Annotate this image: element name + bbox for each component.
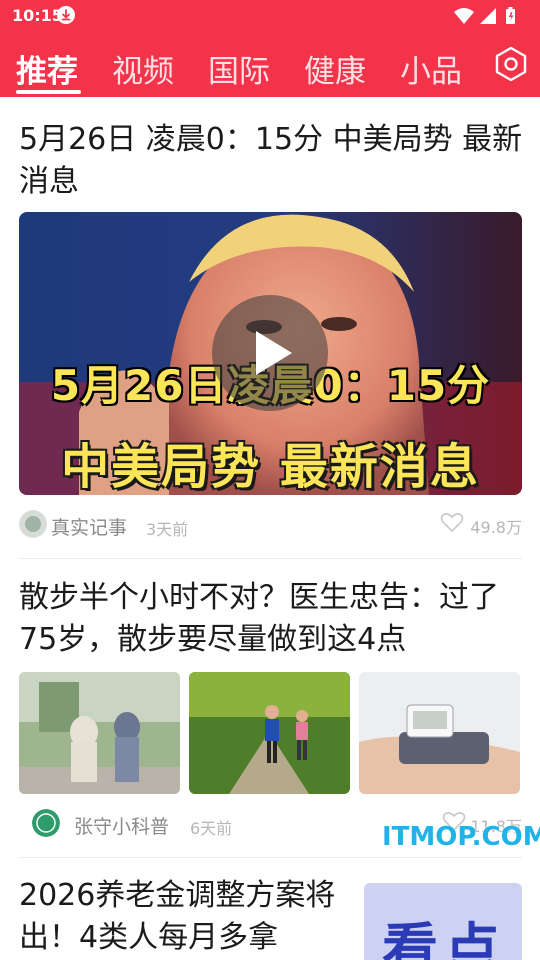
tab-health[interactable]: 健康 <box>304 46 366 91</box>
article-meta: 真实记事 3天前 49.8万 <box>19 510 522 540</box>
download-icon <box>57 6 75 24</box>
top-bar: 10:15 推荐 视频 国际 健康 小品 <box>0 0 540 97</box>
status-time: 10:15 <box>12 6 63 25</box>
tab-recommend[interactable]: 推荐 <box>16 46 78 91</box>
like-count: 49.8万 <box>470 518 522 537</box>
article-image[interactable] <box>189 672 350 794</box>
divider <box>19 857 522 858</box>
video-thumbnail[interactable]: 5月26日凌晨0：15分 中美局势 最新消息 <box>19 212 522 495</box>
author-name[interactable]: 真实记事 <box>51 513 127 540</box>
signal-icon <box>480 8 496 24</box>
like-icon[interactable] <box>440 511 464 533</box>
status-icons <box>452 6 522 26</box>
channel-settings-icon[interactable] <box>493 46 529 82</box>
active-tab-indicator <box>16 90 81 94</box>
battery-icon <box>506 7 515 24</box>
author-name[interactable]: 张守小科普 <box>74 812 169 839</box>
play-icon[interactable] <box>212 295 328 411</box>
tab-sketch[interactable]: 小品 <box>400 46 462 91</box>
author-avatar[interactable] <box>19 510 47 538</box>
status-bar: 10:15 <box>0 0 540 32</box>
article-title[interactable]: 2026养老金调整方案将出！4类人每月多拿 <box>19 875 339 959</box>
wifi-icon <box>454 8 474 24</box>
divider <box>19 558 522 559</box>
tab-international[interactable]: 国际 <box>208 46 270 91</box>
category-tabs: 推荐 视频 国际 健康 小品 <box>0 42 540 97</box>
video-caption-line2: 中美局势 最新消息 <box>61 439 480 495</box>
watermark: ITMOP.COM <box>382 822 540 852</box>
article-image[interactable] <box>19 672 180 794</box>
post-time: 6天前 <box>190 819 233 838</box>
tab-video[interactable]: 视频 <box>112 46 174 91</box>
author-avatar[interactable] <box>32 809 60 837</box>
article-image[interactable]: 看点 <box>364 883 522 960</box>
article-title[interactable]: 散步半个小时不对？医生忠告：过了75岁，散步要尽量做到这4点 <box>19 577 524 661</box>
post-time: 3天前 <box>146 520 189 539</box>
article-title[interactable]: 5月26日 凌晨0：15分 中美局势 最新消息 <box>19 119 524 203</box>
article-image[interactable] <box>359 672 520 794</box>
thumb-text: 看点 <box>382 918 506 960</box>
